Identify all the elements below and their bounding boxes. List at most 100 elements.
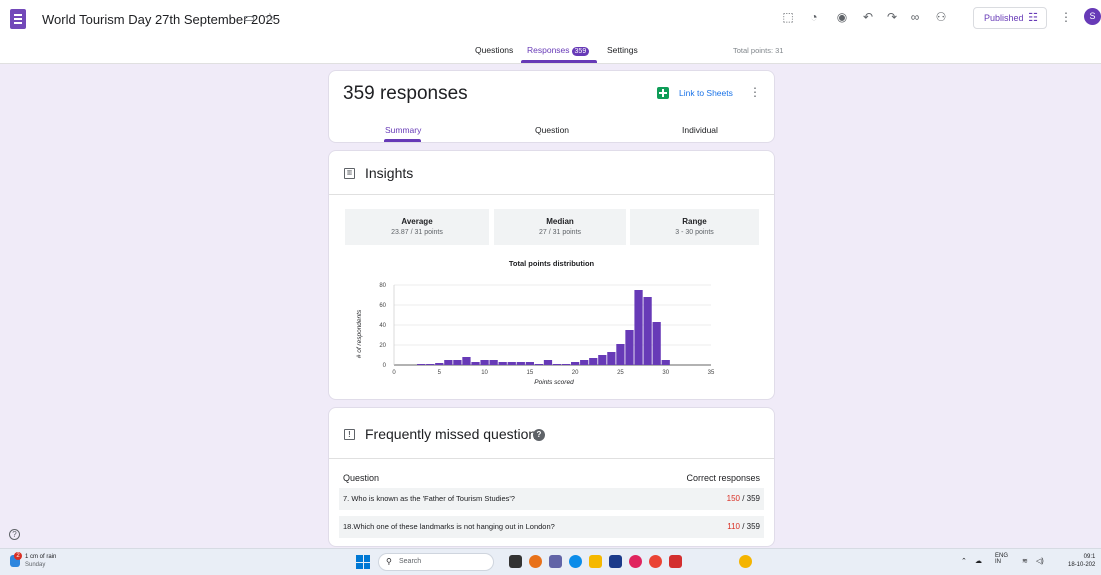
customize-theme-icon[interactable]: ⬚ <box>780 9 796 25</box>
chrome-active-icon[interactable] <box>739 555 752 568</box>
chrome-icon[interactable] <box>649 555 662 568</box>
windows-start-icon[interactable] <box>356 555 370 569</box>
total-count: / 359 <box>739 522 760 531</box>
clock[interactable]: 09:1 18-10-202 <box>1068 553 1095 569</box>
histogram-bar <box>543 360 553 365</box>
table-row[interactable]: 7. Who is known as the 'Father of Touris… <box>339 488 764 510</box>
subtab-summary[interactable]: Summary <box>385 125 421 135</box>
histogram-bar <box>471 362 480 365</box>
correct-score: 150 / 359 <box>727 494 760 503</box>
link-icon[interactable]: ∞ <box>907 9 923 25</box>
y-tick-label: 60 <box>379 303 386 309</box>
help-icon[interactable]: ? <box>533 429 545 441</box>
file-explorer-icon[interactable] <box>509 555 522 568</box>
tab-questions[interactable]: Questions <box>475 45 513 55</box>
wifi-icon[interactable]: ≋ <box>1022 557 1028 565</box>
lang-sub: IN <box>995 559 1001 565</box>
stat-value: 23.87 / 31 points <box>391 229 443 236</box>
subtab-individual[interactable]: Individual <box>682 125 718 135</box>
missed-title: Frequently missed questions <box>365 426 544 442</box>
correct-count: 150 <box>726 494 740 503</box>
column-question: Question <box>343 473 380 483</box>
histogram-bar <box>444 360 453 365</box>
alert-icon: ! <box>344 429 355 440</box>
histogram-bar <box>480 360 489 365</box>
star-icon[interactable]: ☆ <box>264 10 276 26</box>
responses-more-icon[interactable]: ⋮ <box>749 85 761 99</box>
volume-icon[interactable]: ◁) <box>1036 557 1044 565</box>
histogram-bar <box>489 360 498 365</box>
stat-label: Range <box>682 217 707 226</box>
x-axis-label: Points scored <box>534 379 574 386</box>
histogram-bar <box>525 362 534 365</box>
histogram-bar <box>607 352 616 365</box>
app-icon[interactable] <box>629 555 642 568</box>
response-count: 359 responses <box>343 83 468 104</box>
cloud-icon[interactable]: ☁ <box>975 557 982 565</box>
help-circle-icon[interactable]: ? <box>9 529 20 540</box>
language-indicator[interactable]: ENG IN <box>995 553 1008 565</box>
histogram-bar <box>516 362 525 365</box>
tab-responses-label: Responses <box>527 45 570 55</box>
histogram-bar <box>498 362 507 365</box>
insights-title: Insights <box>365 165 414 181</box>
redo-icon[interactable]: ↷ <box>884 9 900 25</box>
question-text: 7. Who is known as the 'Father of Touris… <box>343 494 515 503</box>
stat-label: Median <box>546 217 574 226</box>
question-text: 18.Which one of these landmarks is not h… <box>343 522 555 531</box>
wps-icon[interactable] <box>669 555 682 568</box>
chevron-up-icon[interactable]: ⌃ <box>961 557 967 565</box>
responses-count-badge: 359 <box>571 47 590 56</box>
responses-summary-card: 359 responses Link to Sheets ⋮ Summary Q… <box>328 70 775 143</box>
histogram-bar <box>598 355 607 365</box>
y-tick-label: 0 <box>383 363 387 369</box>
subtab-question[interactable]: Question <box>535 125 569 135</box>
x-tick-label: 15 <box>527 370 534 376</box>
histogram-bar <box>435 363 444 365</box>
histogram-bar <box>616 344 625 365</box>
undo-icon[interactable]: ↶ <box>860 9 876 25</box>
link-to-sheets-button[interactable]: Link to Sheets <box>679 88 733 98</box>
edge-icon[interactable] <box>569 555 582 568</box>
histogram-bar <box>625 330 634 365</box>
total-count: / 359 <box>739 494 760 503</box>
published-button[interactable]: Published ☷ <box>973 7 1047 29</box>
histogram-bar <box>426 364 435 365</box>
store-icon[interactable] <box>609 555 622 568</box>
tune-icon: ☷ <box>1028 12 1038 24</box>
tab-responses[interactable]: Responses 359 <box>527 45 590 56</box>
taskbar-search[interactable]: ⚲ Search <box>378 553 494 571</box>
histogram-bar <box>580 360 589 365</box>
avatar[interactable]: S <box>1084 8 1101 25</box>
folder-app-icon[interactable] <box>589 555 602 568</box>
app-header: World Tourism Day 27th September 2025 ▭ … <box>0 0 1101 64</box>
palette-icon[interactable]: ◔ <box>806 9 822 25</box>
table-row[interactable]: 18.Which one of these landmarks is not h… <box>339 516 764 538</box>
histogram-bar <box>561 364 571 365</box>
y-tick-label: 40 <box>379 323 386 329</box>
y-tick-label: 80 <box>379 283 386 289</box>
taskbar: 2 1 cm of rain Sunday ⚲ Search ⌃ ☁ ENG IN… <box>0 548 1101 575</box>
subtab-indicator <box>384 139 421 142</box>
x-tick-label: 30 <box>662 370 669 376</box>
x-tick-label: 25 <box>617 370 624 376</box>
stat-median: Median 27 / 31 points <box>494 209 626 245</box>
x-tick-label: 5 <box>438 370 442 376</box>
stat-label: Average <box>401 217 433 226</box>
more-vert-icon[interactable]: ⋮ <box>1058 9 1074 25</box>
correct-count: 110 <box>727 522 740 531</box>
histogram-bar <box>571 362 580 365</box>
teams-icon[interactable] <box>549 555 562 568</box>
missed-divider <box>329 458 774 459</box>
preview-icon[interactable]: ◉ <box>834 9 850 25</box>
weather-text[interactable]: 1 cm of rain <box>25 554 56 560</box>
correct-score: 110 / 359 <box>727 522 760 531</box>
add-collaborator-icon[interactable]: ⚇ <box>933 9 949 25</box>
sheets-icon[interactable] <box>657 87 669 99</box>
copilot-icon[interactable] <box>529 555 542 568</box>
forms-logo-icon[interactable] <box>10 9 26 29</box>
y-tick-label: 20 <box>379 343 386 349</box>
missed-questions-card: ! Frequently missed questions ? Question… <box>328 407 775 547</box>
tab-settings[interactable]: Settings <box>607 45 638 55</box>
folder-icon[interactable]: ▭ <box>243 10 255 26</box>
